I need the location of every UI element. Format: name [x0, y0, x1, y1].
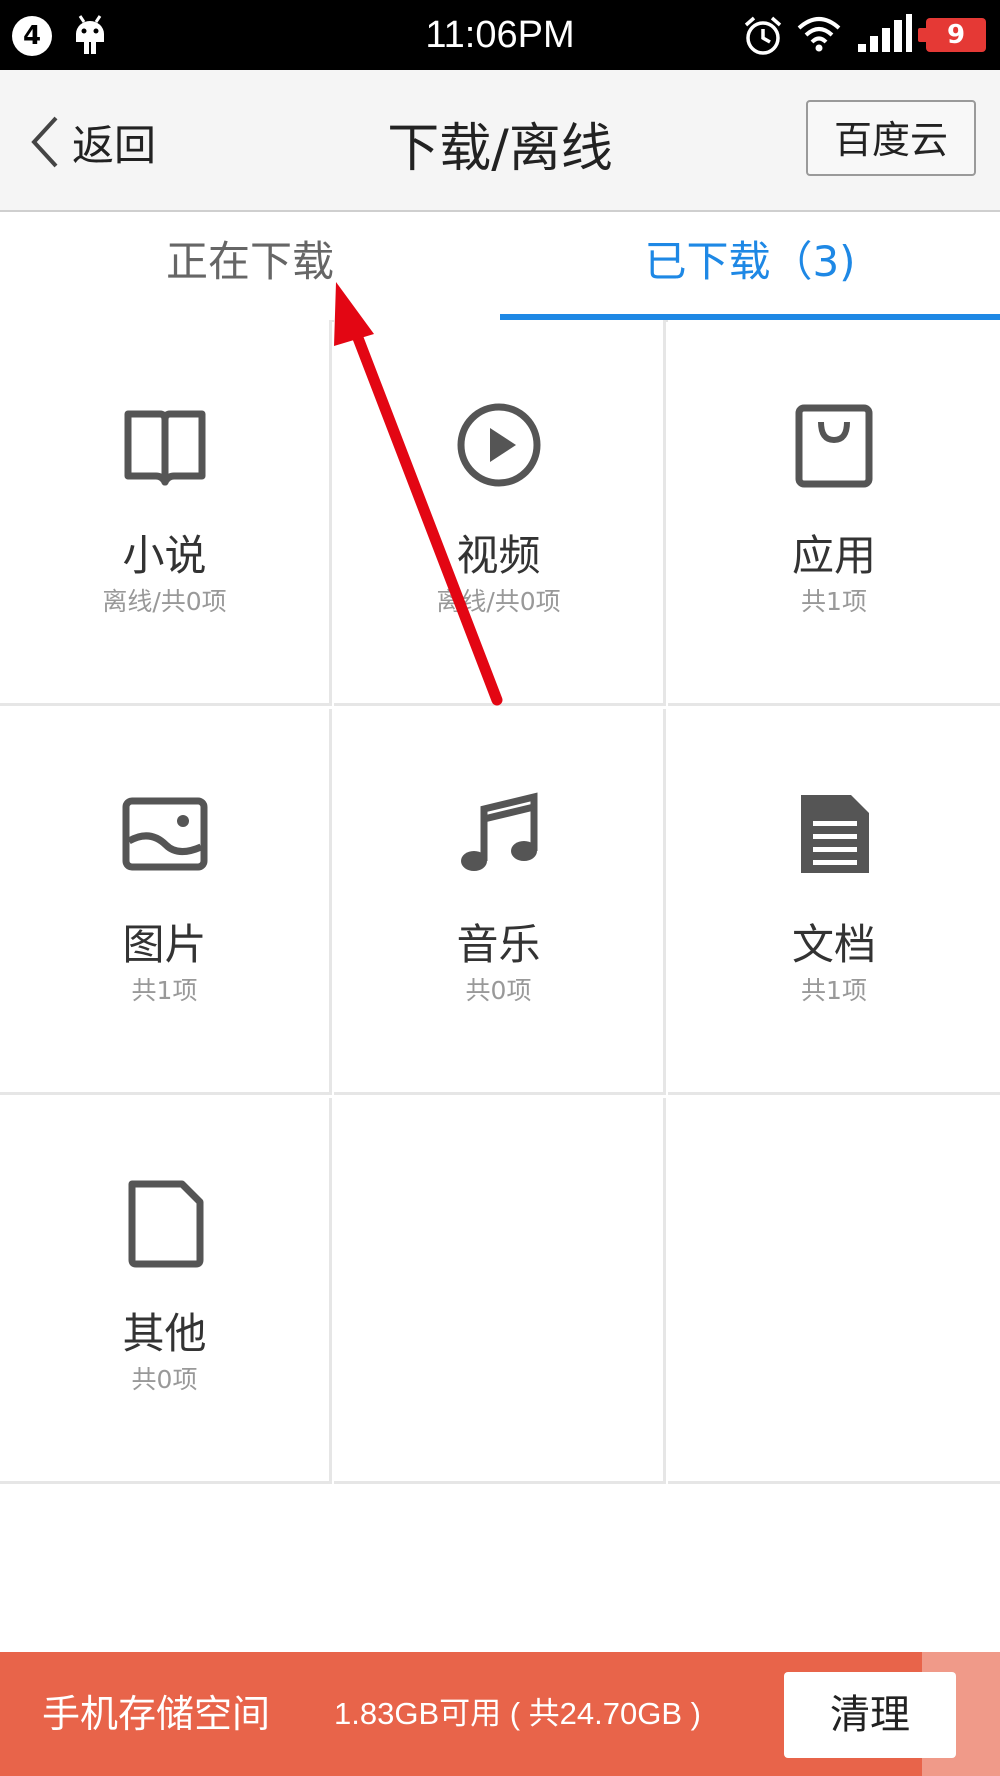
category-music[interactable]: 音乐 共0项 [334, 709, 666, 1095]
category-count: 离线/共0项 [436, 587, 561, 616]
empty-cell [668, 1098, 1000, 1484]
empty-cell [334, 1098, 666, 1484]
category-video[interactable]: 视频 离线/共0项 [334, 320, 666, 706]
category-count: 共1项 [801, 976, 867, 1005]
storage-bar: 手机存储空间 1.83GB可用 ( 共24.70GB ) 清理 [0, 1652, 1000, 1776]
file-icon [128, 1180, 203, 1268]
document-icon [801, 795, 869, 873]
tab-downloading[interactable]: 正在下载 [0, 212, 500, 320]
category-other[interactable]: 其他 共0项 [0, 1098, 332, 1484]
wifi-icon [797, 17, 841, 52]
alarm-icon [744, 16, 782, 55]
category-title: 图片 [122, 920, 207, 969]
category-count: 共1项 [801, 587, 867, 616]
baidu-cloud-button[interactable]: 百度云 [806, 100, 976, 176]
category-title: 视频 [456, 531, 541, 580]
status-bar: 4 11:06PM 9 [0, 0, 1000, 70]
tab-downloaded[interactable]: 已下载（3) [500, 212, 1000, 320]
battery-indicator: 9 [926, 18, 986, 52]
image-icon [122, 797, 207, 871]
download-tabs: 正在下载 已下载（3) [0, 212, 1000, 322]
clean-button[interactable]: 清理 [784, 1672, 956, 1758]
category-title: 音乐 [456, 920, 541, 969]
book-icon [124, 410, 205, 486]
category-count: 共0项 [131, 1365, 198, 1394]
signal-icon [858, 14, 912, 52]
category-title: 小说 [122, 531, 207, 580]
category-title: 应用 [791, 531, 876, 580]
category-image[interactable]: 图片 共1项 [0, 709, 332, 1095]
status-time: 11:06PM [425, 14, 575, 56]
bag-icon [795, 404, 873, 488]
category-novel[interactable]: 小说 离线/共0项 [0, 320, 332, 706]
battery-tip [918, 28, 926, 42]
category-title: 其他 [122, 1309, 207, 1358]
category-count: 共1项 [131, 976, 198, 1005]
app-header: 返回 下载/离线 百度云 [0, 70, 1000, 212]
category-app[interactable]: 应用 共1项 [668, 320, 1000, 706]
category-grid: 小说 离线/共0项 视频 离线/共0项 应用 共1项 图片 共1项 音乐 共0项… [0, 320, 1000, 1486]
play-icon [457, 403, 540, 487]
category-count: 离线/共0项 [102, 587, 227, 616]
category-count: 共0项 [465, 976, 532, 1005]
music-icon [460, 792, 537, 871]
category-document[interactable]: 文档 共1项 [668, 709, 1000, 1095]
category-title: 文档 [791, 920, 876, 969]
storage-info: 1.83GB可用 ( 共24.70GB ) [334, 1696, 701, 1731]
storage-label: 手机存储空间 [42, 1692, 271, 1736]
